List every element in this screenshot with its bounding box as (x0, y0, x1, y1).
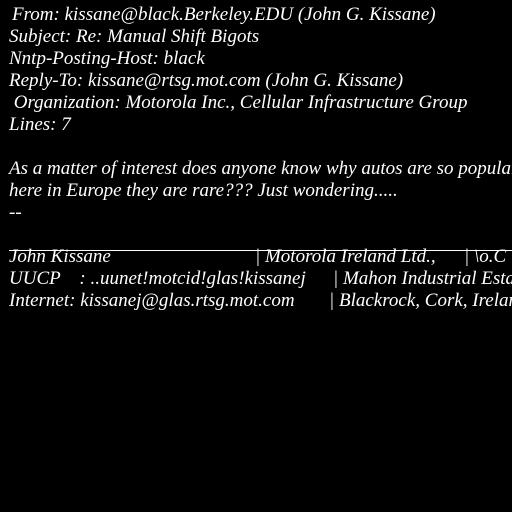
signature-dash: -- (9, 202, 22, 223)
sig-address-1: | Mahon Industrial Estate (333, 268, 512, 289)
header-lines: Lines: 7 (9, 114, 71, 135)
header-nntp-posting-host: Nntp-Posting-Host: black (9, 48, 205, 69)
sig-uucp: UUCP : ..uunet!motcid!glas!kissanej (9, 268, 306, 289)
body-line-1: As a matter of interest does anyone know… (9, 158, 512, 179)
header-from: From: kissane@black.Berkeley.EDU (John G… (12, 4, 436, 25)
header-organization: Organization: Motorola Inc., Cellular In… (9, 92, 468, 113)
sig-internet: Internet: kissanej@glas.rtsg.mot.com (9, 290, 295, 311)
header-reply-to: Reply-To: kissane@rtsg.mot.com (John G. … (9, 70, 404, 91)
header-subject: Subject: Re: Manual Shift Bigots (9, 26, 260, 47)
body-line-2: here in Europe they are rare??? Just won… (9, 180, 398, 201)
sig-company: | Motorola Ireland Ltd., (255, 246, 436, 267)
sig-name: John Kissane (9, 246, 111, 267)
sig-extra: | \o.C (464, 246, 507, 267)
sig-address-2: | Blackrock, Cork, Ireland (329, 290, 512, 311)
